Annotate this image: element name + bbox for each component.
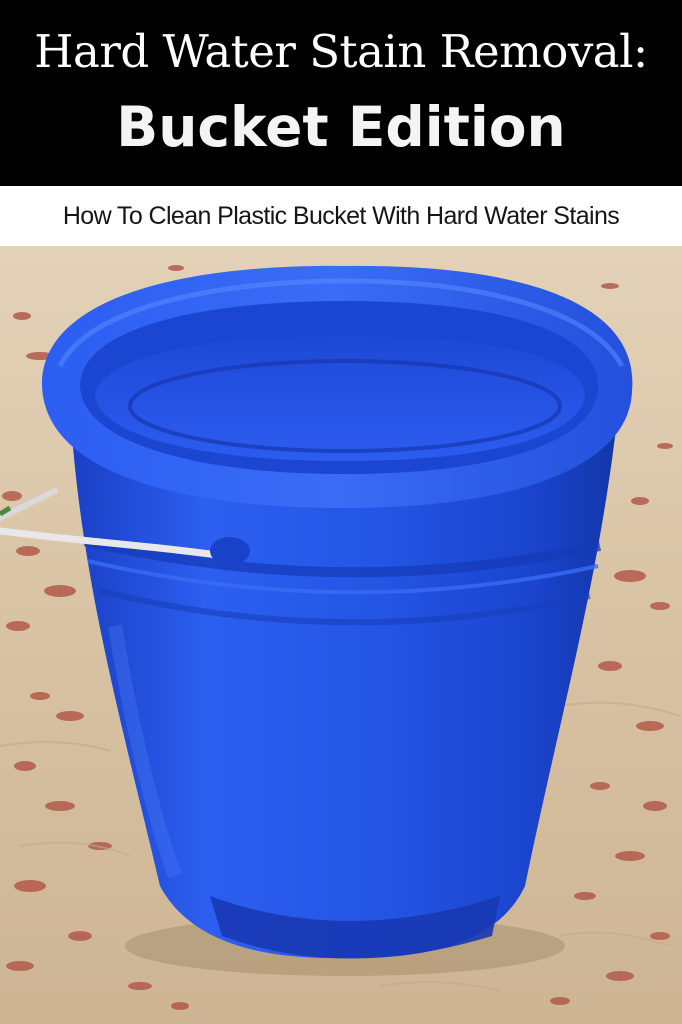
bucket-illustration (0, 246, 682, 1024)
title-banner: Hard Water Stain Removal: Bucket Edition (0, 0, 682, 186)
title-line-2: Bucket Edition (116, 95, 566, 159)
subtitle-banner: How To Clean Plastic Bucket With Hard Wa… (0, 186, 682, 246)
bucket-photo (0, 246, 682, 1024)
subtitle-text: How To Clean Plastic Bucket With Hard Wa… (62, 202, 620, 230)
title-line-1: Hard Water Stain Removal: (34, 25, 648, 78)
pin-image: Hard Water Stain Removal: Bucket Edition… (0, 0, 682, 1024)
bucket-interior (95, 336, 585, 461)
